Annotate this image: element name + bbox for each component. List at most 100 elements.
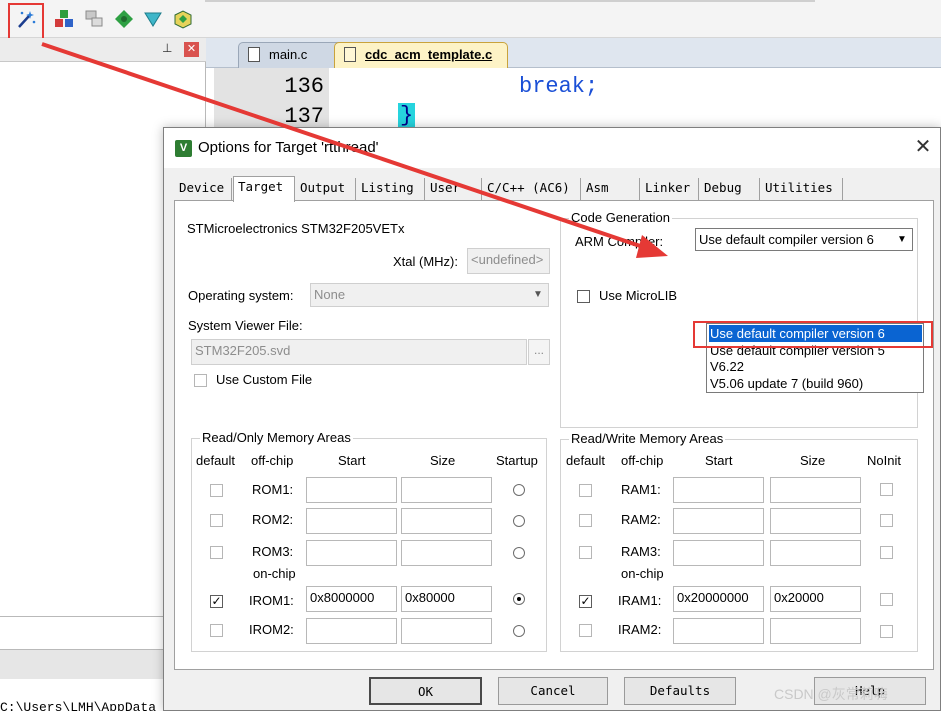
irom1-start-field[interactable]: 0x8000000 (306, 586, 397, 612)
keil-app-icon: V (175, 140, 192, 157)
cancel-button[interactable]: Cancel (498, 677, 608, 705)
ram3-label: RAM3: (621, 544, 661, 559)
code-line: break; (519, 74, 599, 99)
ram2-default-checkbox[interactable] (579, 514, 592, 527)
file-icon (248, 47, 260, 62)
rom2-label: ROM2: (252, 512, 294, 527)
iram2-start-field[interactable] (673, 618, 764, 644)
os-select[interactable]: None ▼ (310, 283, 549, 307)
rom1-default-checkbox[interactable] (210, 484, 223, 497)
iram1-noinit-checkbox[interactable] (880, 593, 893, 606)
tab-asm[interactable]: Asm (582, 178, 640, 200)
ram1-size-field[interactable] (770, 477, 861, 503)
rom2-size-field[interactable] (401, 508, 492, 534)
manage-project-items-icon[interactable] (84, 9, 104, 29)
rw-header-start: Start (705, 453, 733, 468)
rom1-start-field[interactable] (306, 477, 397, 503)
line-number: 136 (284, 74, 324, 99)
iram1-size-field[interactable]: 0x20000 (770, 586, 861, 612)
irom1-default-checkbox[interactable]: ✓ (210, 595, 223, 608)
ram1-start-field[interactable] (673, 477, 764, 503)
ram3-noinit-checkbox[interactable] (880, 546, 893, 559)
rw-header-size: Size (800, 453, 826, 468)
svd-browse-button[interactable]: ... (528, 339, 550, 365)
tab-listing[interactable]: Listing (357, 178, 425, 200)
tab-device[interactable]: Device (175, 178, 232, 200)
ro-header-size: Size (430, 453, 456, 468)
rom3-startup-radio[interactable] (513, 547, 525, 559)
iram2-size-field[interactable] (770, 618, 861, 644)
ok-button[interactable]: OK (369, 677, 482, 705)
irom1-startup-radio[interactable] (513, 593, 525, 605)
irom1-size-field[interactable]: 0x80000 (401, 586, 492, 612)
use-microlib-checkbox[interactable] (577, 290, 590, 303)
select-packs-icon[interactable] (143, 9, 163, 29)
rom3-size-field[interactable] (401, 540, 492, 566)
rom2-startup-radio[interactable] (513, 515, 525, 527)
ro-memory-title: Read/Only Memory Areas (200, 430, 353, 445)
tab-user[interactable]: User (426, 178, 482, 200)
svd-file-field[interactable]: STM32F205.svd (191, 339, 527, 365)
tab-utilities[interactable]: Utilities (761, 178, 843, 200)
tab-debug[interactable]: Debug (700, 178, 760, 200)
rom2-default-checkbox[interactable] (210, 514, 223, 527)
close-icon[interactable]: ✕ (184, 42, 199, 57)
irom2-default-checkbox[interactable] (210, 624, 223, 637)
defaults-button[interactable]: Defaults (624, 677, 736, 705)
iram1-start-field[interactable]: 0x20000000 (673, 586, 764, 612)
pin-icon[interactable]: ⊥ (162, 41, 172, 55)
ram1-label: RAM1: (621, 482, 661, 497)
ram2-start-field[interactable] (673, 508, 764, 534)
irom2-size-field[interactable] (401, 618, 492, 644)
chevron-down-icon[interactable]: ▼ (892, 229, 912, 250)
iram1-default-checkbox[interactable]: ✓ (579, 595, 592, 608)
irom2-start-field[interactable] (306, 618, 397, 644)
compiler-option[interactable]: V5.06 update 7 (build 960) (709, 375, 922, 392)
file-icon (344, 47, 356, 62)
svd-label: System Viewer File: (188, 318, 303, 333)
ram3-size-field[interactable] (770, 540, 861, 566)
device-name: STMicroelectronics STM32F205VETx (187, 221, 405, 236)
code-generation-title: Code Generation (569, 210, 673, 225)
rom2-start-field[interactable] (306, 508, 397, 534)
dialog-title-bar: V Options for Target 'rtthread' ✕ (164, 128, 940, 168)
ro-header-offchip: off-chip (251, 453, 294, 468)
ro-header-start: Start (338, 453, 366, 468)
run-time-environment-icon[interactable] (114, 9, 134, 29)
ram3-default-checkbox[interactable] (579, 546, 592, 559)
arm-compiler-select[interactable]: Use default compiler version 6 ▼ (695, 228, 913, 251)
compiler-option[interactable]: V6.22 (709, 358, 922, 375)
rom3-start-field[interactable] (306, 540, 397, 566)
dialog-title: Options for Target 'rtthread' (198, 139, 379, 156)
tab-cdc-acm-template-c[interactable]: cdc_acm_template.c (334, 42, 508, 68)
tab-linker[interactable]: Linker (641, 178, 699, 200)
use-custom-file-checkbox[interactable] (194, 374, 207, 387)
matched-brace: } (398, 103, 416, 129)
xtal-field[interactable]: <undefined> (467, 248, 550, 274)
dialog-close-button[interactable]: ✕ (912, 137, 934, 159)
pack-installer-icon[interactable] (173, 9, 193, 29)
ram1-noinit-checkbox[interactable] (880, 483, 893, 496)
iram2-noinit-checkbox[interactable] (880, 625, 893, 638)
ro-header-startup: Startup (496, 453, 538, 468)
ram2-size-field[interactable] (770, 508, 861, 534)
rom1-startup-radio[interactable] (513, 484, 525, 496)
ram2-noinit-checkbox[interactable] (880, 514, 893, 527)
arm-compiler-label: ARM Compiler: (575, 234, 664, 249)
use-custom-file-label: Use Custom File (216, 372, 313, 387)
tab-output[interactable]: Output (296, 178, 356, 200)
rom1-size-field[interactable] (401, 477, 492, 503)
rom3-default-checkbox[interactable] (210, 546, 223, 559)
dropdown-annotation-box (693, 321, 933, 348)
target-tab-page: STMicroelectronics STM32F205VETx Xtal (M… (174, 200, 934, 670)
rom1-label: ROM1: (252, 482, 294, 497)
tab-target[interactable]: Target (233, 176, 295, 202)
irom2-startup-radio[interactable] (513, 625, 525, 637)
rom3-label: ROM3: (252, 544, 294, 559)
tab-label: main.c (269, 47, 308, 62)
tab-c-cpp[interactable]: C/C++ (AC6) (483, 178, 581, 200)
iram2-default-checkbox[interactable] (579, 624, 592, 637)
ram1-default-checkbox[interactable] (579, 484, 592, 497)
ram3-start-field[interactable] (673, 540, 764, 566)
manage-components-icon[interactable] (54, 9, 74, 29)
